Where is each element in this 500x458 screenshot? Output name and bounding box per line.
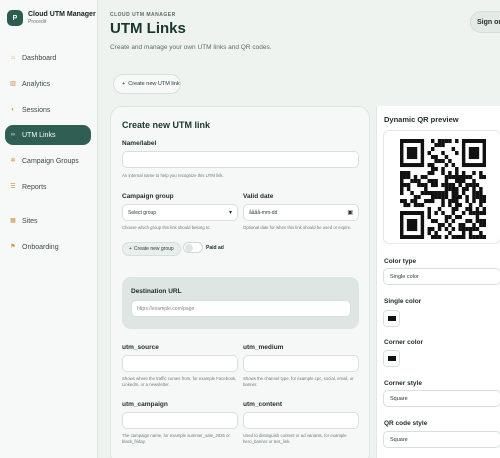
plus-icon: + [122,81,126,87]
create-utm-link-label: Create new UTM link [128,81,180,87]
sidebar-item-label: Analytics [22,80,51,88]
create-new-group-button[interactable]: + Create new group [122,242,181,256]
sidebar-item-sites[interactable]: ▦ Sites [5,211,91,231]
corner-style-label: Corner style [384,380,422,387]
name-hint: An internal name to help you recognize t… [122,173,224,178]
list-icon: ☰ [10,184,16,190]
single-color-swatch [388,316,396,321]
calendar-icon: ▣ [347,210,353,216]
plus-icon: + [129,246,132,252]
qr-code-style-value: Square [390,436,408,443]
campaign-group-label: Campaign group [122,193,174,200]
sidebar-item-label: Dashboard [22,54,57,62]
sidebar-item-label: Sessions [22,106,51,114]
sidebar-item-analytics[interactable]: ▥ Analytics [5,74,91,94]
link-icon: ∞ [10,132,16,138]
name-label: Name/label [122,140,157,147]
utm-content-hint: Used to distinguish content or ad varian… [243,433,347,444]
single-color-picker[interactable] [383,310,400,327]
destination-url-placeholder: https://example.com/page [137,305,195,312]
sidebar-item-label: Reports [22,183,47,191]
single-color-label: Single color [384,298,422,305]
valid-date-input[interactable]: åååå-mm-dd ▣ [243,204,359,221]
page-eyebrow: CLOUD UTM MANAGER [110,12,176,18]
destination-url-section: Destination URL https://example.com/page [122,277,359,329]
qr-code-frame [383,130,500,244]
app-logo: P [7,10,23,26]
sidebar: P Cloud UTM Manager Procedit ⌂ Dashboard… [0,0,98,458]
color-type-value: Single color [390,273,419,280]
chevron-down-icon: ▾ [228,210,232,216]
corner-color-label: Corner color [384,339,424,346]
utm-source-hint: Shows where the traffic comes from, for … [122,376,237,387]
sign-out-button[interactable]: Sign out [470,11,500,33]
chart-icon: ▥ [10,81,16,87]
sidebar-item-onboarding[interactable]: ⚑ Onboarding [5,237,91,257]
utm-source-label: utm_source [122,344,159,351]
utm-medium-hint: Shows the channel type, for example cpc,… [243,376,354,387]
create-utm-link-button[interactable]: + Create new UTM link [113,74,181,94]
sidebar-item-campaign-groups[interactable]: ✲ Campaign Groups [5,151,91,171]
flag-icon: ⚑ [10,244,16,250]
brand: P Cloud UTM Manager Procedit [7,10,96,26]
destination-url-input[interactable]: https://example.com/page [131,300,351,317]
form-title: Create new UTM link [122,120,211,130]
utm-campaign-label: utm_campaign [122,401,168,408]
sidebar-item-utm-links[interactable]: ∞ UTM Links [5,125,91,145]
grid-icon: ▦ [10,218,16,224]
utm-content-input[interactable] [243,412,359,429]
utm-content-label: utm_content [243,401,282,408]
valid-date-placeholder: åååå-mm-dd [249,209,278,216]
home-icon: ⌂ [11,55,15,61]
qr-preview-panel: Dynamic QR preview Color type Single col… [376,106,500,458]
sidebar-item-label: UTM Links [22,131,56,139]
sidebar-item-dashboard[interactable]: ⌂ Dashboard [5,48,91,68]
sidebar-item-label: Onboarding [22,243,59,251]
app-subtitle: Procedit [28,19,47,25]
toggle-knob [185,244,193,252]
gear-icon: ✲ [10,158,16,164]
qr-code-image [400,139,486,239]
valid-date-hint: Optional date for when this link should … [243,225,352,230]
destination-url-label: Destination URL [131,288,182,295]
color-type-label: Color type [384,258,417,265]
campaign-group-value: Select group [128,209,157,216]
utm-campaign-input[interactable] [122,412,238,429]
paid-ad-label: Paid ad [206,245,224,251]
utm-medium-input[interactable] [243,355,359,372]
create-new-group-label: Create new group [133,246,174,252]
qr-preview-title: Dynamic QR preview [384,115,459,124]
page-title: UTM Links [110,20,186,37]
qr-code-style-label: QR code style [384,420,428,427]
corner-color-picker[interactable] [383,350,400,367]
paid-ad-toggle[interactable] [183,242,203,253]
sidebar-item-reports[interactable]: ☰ Reports [5,177,91,197]
corner-color-swatch [388,356,396,361]
name-input[interactable] [122,151,359,168]
valid-date-label: Valid date [243,193,274,200]
utm-campaign-hint: The campaign name, for example summer_sa… [122,433,230,444]
corner-style-value: Square [390,395,408,402]
sidebar-item-label: Sites [22,217,38,225]
corner-style-select[interactable]: Square [383,390,500,407]
create-utm-form: Create new UTM link Name/label An intern… [110,106,370,458]
utm-medium-label: utm_medium [243,344,284,351]
sidebar-item-sessions[interactable]: ◐ Sessions [5,100,91,120]
color-type-select[interactable]: Single color [383,268,500,285]
sidebar-item-label: Campaign Groups [22,157,79,165]
campaign-group-hint: Choose which group this link should belo… [122,225,211,230]
pie-icon: ◐ [11,107,15,113]
campaign-group-select[interactable]: Select group ▾ [122,204,238,221]
utm-source-input[interactable] [122,355,238,372]
qr-code-style-select[interactable]: Square [383,431,500,448]
app-name: Cloud UTM Manager [28,11,96,18]
page-subtitle: Create and manage your own UTM links and… [110,44,272,51]
